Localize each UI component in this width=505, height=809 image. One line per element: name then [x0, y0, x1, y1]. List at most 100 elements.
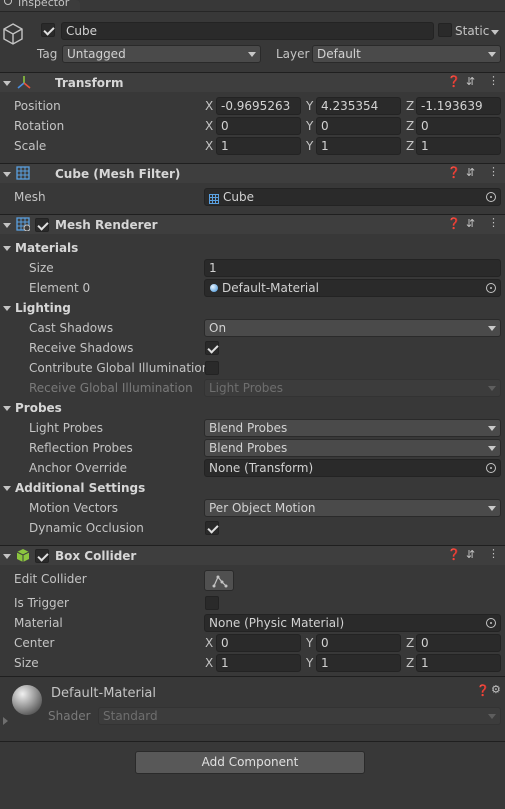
scale-x-field[interactable]: 1 — [216, 137, 301, 155]
presets-icon[interactable]: ⇵ — [466, 217, 475, 230]
foldout-arrow-icon[interactable] — [3, 223, 11, 228]
gameobject-name-field[interactable]: Cube — [61, 22, 434, 40]
additional-settings-label[interactable]: Additional Settings — [15, 481, 145, 495]
lighting-label[interactable]: Lighting — [15, 301, 71, 315]
box-collider-header[interactable]: Box Collider ❓ ⇵ ⋮ — [0, 545, 505, 565]
tag-dropdown[interactable]: Untagged — [62, 45, 261, 63]
position-x-axis[interactable]: X — [205, 99, 213, 113]
rotation-x-axis[interactable]: X — [205, 119, 213, 133]
more-options-icon[interactable]: ⋮ — [488, 547, 499, 560]
foldout-arrow-icon[interactable] — [3, 172, 11, 177]
center-x-axis[interactable]: X — [205, 636, 213, 650]
layer-dropdown[interactable]: Default — [312, 45, 501, 63]
anchor-override-value: None (Transform) — [209, 461, 314, 475]
gameobject-active-checkbox[interactable] — [41, 23, 55, 37]
position-y-axis[interactable]: Y — [306, 99, 313, 113]
object-picker-icon[interactable] — [486, 192, 496, 202]
shader-label: Shader — [48, 709, 91, 723]
rotation-x-field[interactable]: 0 — [216, 117, 301, 135]
center-label: Center — [14, 636, 55, 650]
light-probes-dropdown[interactable]: Blend Probes — [204, 419, 501, 437]
size-z-field[interactable]: 1 — [416, 654, 501, 672]
center-z-field[interactable]: 0 — [416, 634, 501, 652]
size-z-axis[interactable]: Z — [406, 656, 414, 670]
scale-y-axis[interactable]: Y — [306, 139, 313, 153]
mesh-renderer-enabled-checkbox[interactable] — [35, 218, 49, 232]
mesh-object-field[interactable]: Cube — [204, 188, 501, 206]
probes-label[interactable]: Probes — [15, 401, 62, 415]
is-trigger-checkbox[interactable] — [205, 596, 219, 610]
receive-shadows-checkbox[interactable] — [205, 341, 219, 355]
static-checkbox[interactable] — [438, 23, 452, 37]
rotation-y-axis[interactable]: Y — [306, 119, 313, 133]
help-icon[interactable]: ❓ — [447, 217, 461, 230]
object-picker-icon[interactable] — [486, 618, 496, 628]
dynamic-occlusion-checkbox[interactable] — [205, 521, 219, 535]
position-x-field[interactable]: -0.9695263 — [216, 97, 301, 115]
materials-foldout-icon[interactable] — [3, 246, 11, 251]
rotation-y-field[interactable]: 0 — [316, 117, 401, 135]
mesh-filter-title: Cube (Mesh Filter) — [55, 167, 181, 181]
element0-field[interactable]: Default-Material — [204, 279, 501, 297]
more-options-icon[interactable]: ⋮ — [488, 74, 499, 87]
add-component-button[interactable]: Add Component — [135, 751, 365, 774]
size-x-axis[interactable]: X — [205, 656, 213, 670]
element0-value: Default-Material — [222, 281, 319, 295]
cast-shadows-dropdown[interactable]: On — [204, 319, 501, 337]
lighting-foldout-icon[interactable] — [3, 306, 11, 311]
rotation-z-axis[interactable]: Z — [406, 119, 414, 133]
center-z-axis[interactable]: Z — [406, 636, 414, 650]
edit-collider-button[interactable] — [204, 570, 234, 591]
size-x-field[interactable]: 1 — [216, 654, 301, 672]
scale-x-axis[interactable]: X — [205, 139, 213, 153]
center-y-axis[interactable]: Y — [306, 636, 313, 650]
position-y-field[interactable]: 4.235354 — [316, 97, 401, 115]
size-y-axis[interactable]: Y — [306, 656, 313, 670]
more-options-icon[interactable]: ⋮ — [488, 165, 499, 178]
presets-icon[interactable]: ⇵ — [466, 548, 475, 561]
rotation-z-field[interactable]: 0 — [416, 117, 501, 135]
box-collider-enabled-checkbox[interactable] — [35, 549, 49, 563]
mesh-filter-header[interactable]: Cube (Mesh Filter) ❓ ⇵ ⋮ — [0, 163, 505, 183]
foldout-arrow-icon[interactable] — [3, 554, 11, 559]
material-panel-divider — [0, 676, 505, 677]
material-preview-sphere[interactable] — [12, 685, 42, 715]
inspector-tab[interactable]: Inspector — [0, 0, 80, 11]
additional-settings-foldout-icon[interactable] — [3, 486, 11, 491]
more-options-icon[interactable]: ⋮ — [488, 216, 499, 229]
collider-material-field[interactable]: None (Physic Material) — [204, 614, 501, 632]
position-z-field[interactable]: -1.193639 — [416, 97, 501, 115]
presets-icon[interactable]: ⇵ — [466, 75, 475, 88]
anchor-override-field[interactable]: None (Transform) — [204, 459, 501, 477]
probes-foldout-icon[interactable] — [3, 406, 11, 411]
size-y-field[interactable]: 1 — [316, 654, 401, 672]
help-icon[interactable]: ❓ — [447, 75, 461, 88]
material-foldout-icon[interactable] — [3, 717, 8, 725]
motion-vectors-dropdown[interactable]: Per Object Motion — [204, 499, 501, 517]
object-picker-icon[interactable] — [486, 463, 496, 473]
receive-gi-dropdown: Light Probes — [204, 379, 501, 397]
position-z-axis[interactable]: Z — [406, 99, 414, 113]
help-icon[interactable]: ❓ — [447, 548, 461, 561]
materials-label[interactable]: Materials — [15, 241, 78, 255]
center-x-field[interactable]: 0 — [216, 634, 301, 652]
center-y-field[interactable]: 0 — [316, 634, 401, 652]
gear-icon[interactable]: ⚙ — [491, 683, 501, 696]
static-dropdown-arrow[interactable] — [491, 30, 499, 35]
anchor-override-label: Anchor Override — [29, 461, 128, 475]
mesh-renderer-header[interactable]: Mesh Renderer ❓ ⇵ ⋮ — [0, 214, 505, 234]
transform-header[interactable]: Transform ❓ ⇵ ⋮ — [0, 72, 505, 92]
scale-z-field[interactable]: 1 — [416, 137, 501, 155]
presets-icon[interactable]: ⇵ — [466, 166, 475, 179]
reflection-probes-dropdown[interactable]: Blend Probes — [204, 439, 501, 457]
mesh-grid-icon — [209, 192, 219, 205]
contribute-gi-checkbox[interactable] — [205, 361, 219, 375]
help-icon[interactable]: ❓ — [447, 166, 461, 179]
scale-z-axis[interactable]: Z — [406, 139, 414, 153]
scale-y-field[interactable]: 1 — [316, 137, 401, 155]
object-picker-icon[interactable] — [486, 283, 496, 293]
position-label: Position — [14, 99, 61, 113]
foldout-arrow-icon[interactable] — [3, 81, 11, 86]
help-icon[interactable]: ❓ — [476, 684, 490, 697]
materials-size-field[interactable]: 1 — [204, 259, 501, 277]
